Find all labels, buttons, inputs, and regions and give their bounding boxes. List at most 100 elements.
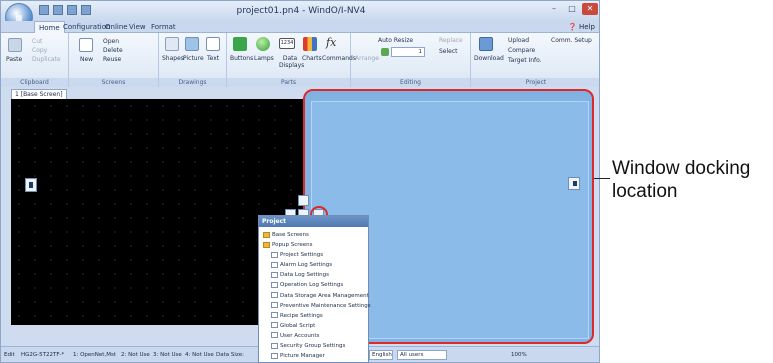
document-icon [271, 312, 278, 319]
charts-icon[interactable] [303, 37, 317, 51]
window-title: project01.pn4 - WindO/I-NV4 [236, 6, 366, 16]
maximize-button[interactable]: □ [564, 3, 580, 15]
ribbon: Paste Cut Copy Duplicate Clipboard New O… [1, 33, 599, 87]
tab-configuration[interactable]: Configuration [63, 21, 110, 33]
paste-button[interactable]: Paste [6, 56, 22, 63]
document-icon [271, 292, 278, 299]
upload-button[interactable]: Upload [508, 37, 529, 44]
document-icon [271, 302, 278, 309]
paste-icon[interactable] [8, 38, 22, 52]
tree-item[interactable]: Global Script [261, 321, 371, 331]
delete-button[interactable]: Delete [103, 47, 123, 54]
shapes-button[interactable]: Shapes [162, 55, 184, 62]
select-button[interactable]: Select [439, 48, 458, 55]
tree-item[interactable]: Operation Log Settings [261, 280, 371, 290]
document-icon [271, 332, 278, 339]
commands-icon[interactable]: fx [326, 36, 342, 50]
callout-label: Window docking location [612, 158, 751, 202]
download-button[interactable]: Download [474, 55, 504, 62]
cut-button[interactable]: Cut [32, 38, 42, 45]
document-icon [271, 261, 278, 268]
reuse-button[interactable]: Reuse [103, 56, 121, 63]
auto-resize-button[interactable]: Auto Resize [378, 37, 413, 44]
group-clipboard: Paste Cut Copy Duplicate Clipboard [1, 33, 69, 87]
status-mode: Edit [4, 352, 15, 358]
tree-item[interactable]: Picture Manager [261, 351, 371, 361]
data-displays-icon[interactable]: 1234 [279, 38, 295, 49]
tree-item[interactable]: Recipe Settings [261, 311, 371, 321]
document-icon [271, 342, 278, 349]
tab-format[interactable]: Format [151, 21, 176, 33]
tab-home[interactable]: Home [34, 21, 65, 33]
help-menu[interactable]: ❓ Help [568, 21, 595, 33]
status-data-size: Data Size: [216, 352, 245, 358]
tab-base-screen[interactable]: 1 [Base Screen] [11, 89, 67, 99]
tree-item[interactable]: Data Log Settings [261, 270, 371, 280]
new-button[interactable]: New [80, 56, 93, 63]
tab-view[interactable]: View [129, 21, 146, 33]
tab-online[interactable]: Online [105, 21, 128, 33]
callout-leader-line [594, 178, 610, 179]
status-port2: 2: Not Use [121, 352, 150, 358]
project-panel-title[interactable]: Project [259, 216, 368, 227]
open-button[interactable]: Open [103, 38, 119, 45]
title-bar: project01.pn4 - WindO/I-NV4 – □ ✕ [1, 1, 599, 21]
status-port4: 4: Not Use [185, 352, 214, 358]
document-icon [271, 281, 278, 288]
group-label-project: Project [471, 78, 599, 87]
group-label-screens: Screens [69, 78, 158, 87]
ribbon-tab-bar: Home Configuration Online View Format ❓ … [1, 21, 599, 33]
group-parts: 1234 fx Buttons Lamps Data Displays Char… [227, 33, 356, 87]
status-model: HG2G-5T22TF-* [21, 352, 65, 358]
shapes-icon[interactable] [165, 37, 179, 51]
group-project: Download Upload Compare Target Info. Com… [471, 33, 599, 87]
arrange-button[interactable]: Arrange [355, 55, 379, 62]
comm-setup-button[interactable]: Comm. Setup [551, 37, 592, 44]
tree-item[interactable]: Security Group Settings [261, 341, 371, 351]
minimize-button[interactable]: – [546, 3, 562, 15]
text-button[interactable]: Text [207, 55, 219, 62]
document-icon [271, 251, 278, 258]
group-editing: Arrange Auto Resize 1 Replace Select Edi… [351, 33, 471, 87]
buttons-button[interactable]: Buttons [230, 55, 253, 62]
document-icon [271, 352, 278, 359]
tree-item[interactable]: Popup Screens [261, 240, 371, 250]
dock-compass-top-icon[interactable] [298, 195, 309, 206]
document-icon [271, 322, 278, 329]
group-drawings: Shapes Picture Text Drawings [159, 33, 227, 87]
tree-item[interactable]: Project Settings [261, 250, 371, 260]
close-button[interactable]: ✕ [582, 3, 598, 15]
group-label-parts: Parts [227, 78, 350, 87]
duplicate-button[interactable]: Duplicate [32, 56, 61, 63]
project-panel[interactable]: Project Base Screens Popup Screens Proje… [258, 215, 371, 363]
new-screen-icon[interactable] [79, 38, 93, 52]
group-screens: New Open Delete Reuse Screens [69, 33, 159, 87]
charts-button[interactable]: Charts [302, 55, 322, 62]
tree-item[interactable]: Base Screens [261, 230, 371, 240]
compare-button[interactable]: Compare [508, 47, 535, 54]
window-controls: – □ ✕ [546, 3, 598, 15]
data-displays-button[interactable]: Data Displays [279, 55, 304, 69]
group-label-editing: Editing [351, 78, 470, 87]
target-info-button[interactable]: Target Info. [508, 57, 542, 64]
tree-item[interactable]: Alarm Log Settings [261, 260, 371, 270]
dock-right-icon[interactable] [568, 177, 580, 190]
users-select[interactable]: All users [397, 350, 447, 360]
folder-icon [263, 231, 270, 238]
lamps-icon[interactable] [256, 37, 270, 51]
picture-icon[interactable] [185, 37, 199, 51]
lamps-button[interactable]: Lamps [254, 55, 274, 62]
language-select[interactable]: English [369, 350, 393, 360]
tree-item[interactable]: User Accounts [261, 331, 371, 341]
download-icon[interactable] [479, 37, 493, 51]
tree-item[interactable]: Data Storage Area Management [261, 291, 371, 301]
zoom-level[interactable]: 100% [511, 347, 527, 362]
dock-left-icon[interactable] [25, 178, 37, 192]
copy-button[interactable]: Copy [32, 47, 47, 54]
picture-button[interactable]: Picture [183, 55, 204, 62]
tree-item[interactable]: Preventive Maintenance Settings [261, 301, 371, 311]
buttons-icon[interactable] [233, 37, 247, 51]
replace-button[interactable]: Replace [439, 37, 463, 44]
resize-value-field[interactable]: 1 [391, 47, 425, 57]
text-icon[interactable] [206, 37, 220, 51]
